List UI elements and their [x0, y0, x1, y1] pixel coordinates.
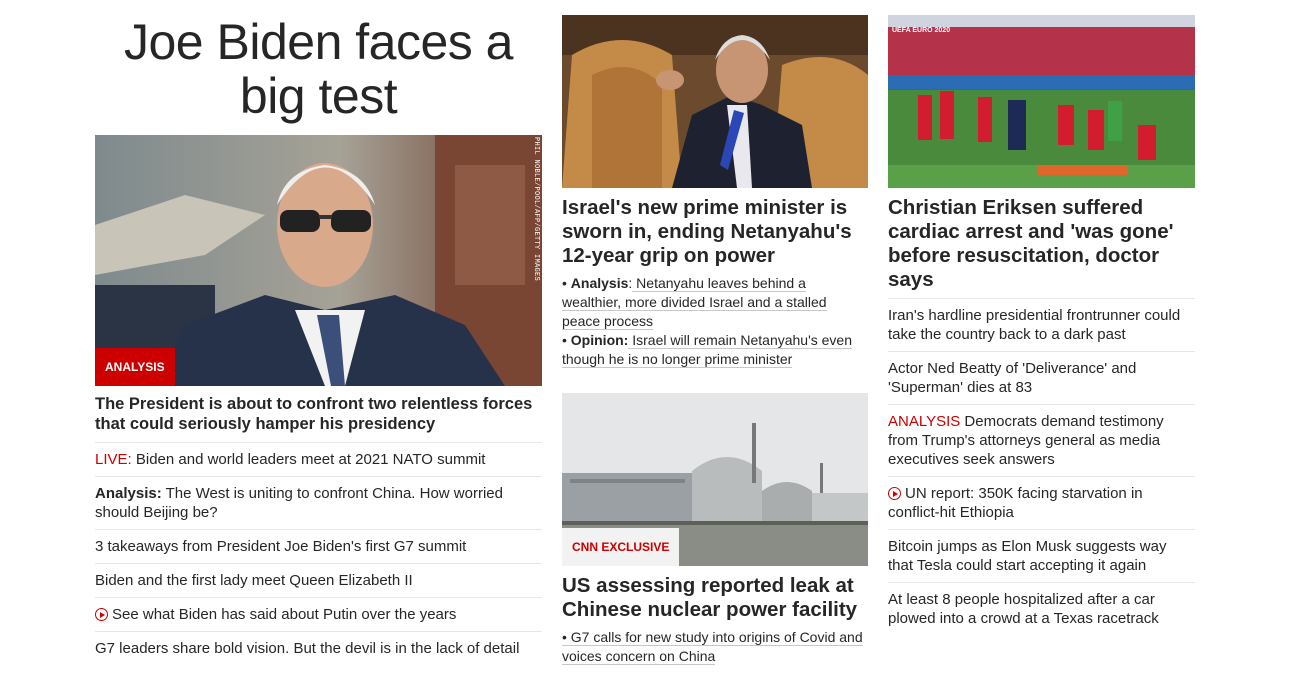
list-item-text: Bitcoin jumps as Elon Musk suggests way …	[888, 538, 1167, 574]
list-item[interactable]: Biden and the first lady meet Queen Eliz…	[95, 563, 542, 597]
list-item-text: UN report: 350K facing starvation in con…	[888, 485, 1143, 521]
list-item[interactable]: 3 takeaways from President Joe Biden's f…	[95, 529, 542, 563]
list-item[interactable]: See what Biden has said about Putin over…	[95, 597, 542, 631]
cnn-exclusive-badge[interactable]: CNN EXCLUSIVE	[562, 528, 680, 566]
analysis-kicker: ANALYSIS	[888, 413, 961, 430]
list-item-text: Iran's hardline presidential frontrunner…	[888, 307, 1181, 343]
netanyahu-photo[interactable]	[562, 15, 868, 188]
list-item[interactable]: Bitcoin jumps as Elon Musk suggests way …	[888, 529, 1195, 582]
list-item[interactable]: G7 leaders share bold vision. But the de…	[95, 631, 542, 665]
list-item[interactable]: At least 8 people hospitalized after a c…	[888, 582, 1195, 635]
live-kicker: LIVE:	[95, 451, 132, 468]
main-headline[interactable]: Joe Biden faces a big test	[95, 15, 542, 123]
bullet-item[interactable]: • Opinion: Israel will remain Netanyahu'…	[562, 331, 868, 369]
netanyahu-headline[interactable]: Israel's new prime minister is sworn in,…	[562, 196, 868, 268]
right-stories-list: Iran's hardline presidential frontrunner…	[888, 298, 1195, 635]
list-item[interactable]: Actor Ned Beatty of 'Deliverance' and 'S…	[888, 351, 1195, 404]
eriksen-photo-graphic	[888, 15, 1195, 188]
list-item-text: Actor Ned Beatty of 'Deliverance' and 'S…	[888, 360, 1137, 396]
euro-2020-logo-text: UEFA EURO 2020	[892, 27, 951, 34]
bullet-label: Opinion:	[570, 332, 629, 348]
related-stories-list: LIVE: Biden and world leaders meet at 20…	[95, 442, 542, 665]
list-item[interactable]: UN report: 350K facing starvation in con…	[888, 476, 1195, 529]
lead-summary[interactable]: The President is about to confront two r…	[95, 394, 542, 434]
bullet-text: • G7 calls for new study into origins of…	[562, 629, 863, 665]
list-item-text: Biden and the first lady meet Queen Eliz…	[95, 572, 413, 589]
middle-column: Israel's new prime minister is sworn in,…	[562, 0, 868, 666]
bullet-item[interactable]: • Analysis: Netanyahu leaves behind a we…	[562, 274, 868, 331]
play-video-icon	[95, 608, 108, 621]
nuclear-plant-photo[interactable]: CNN EXCLUSIVE	[562, 393, 868, 566]
nuclear-bullet[interactable]: • G7 calls for new study into origins of…	[562, 628, 868, 666]
list-item[interactable]: Iran's hardline presidential frontrunner…	[888, 298, 1195, 351]
list-item-text: At least 8 people hospitalized after a c…	[888, 591, 1159, 627]
right-column: UEFA EURO 2020 Christian Eriksen suffere…	[888, 0, 1195, 635]
netanyahu-bullets: • Analysis: Netanyahu leaves behind a we…	[562, 274, 868, 369]
biden-photo[interactable]: PHIL NOBLE/POOL/AFP/GETTY IMAGES ANALYSI…	[95, 135, 542, 386]
photo-credit: PHIL NOBLE/POOL/AFP/GETTY IMAGES	[532, 137, 540, 282]
list-item-text: 3 takeaways from President Joe Biden's f…	[95, 538, 467, 555]
list-item-text: Biden and world leaders meet at 2021 NAT…	[131, 451, 486, 468]
list-item[interactable]: LIVE: Biden and world leaders meet at 20…	[95, 442, 542, 476]
list-item[interactable]: ANALYSIS Democrats demand testimony from…	[888, 404, 1195, 476]
analysis-kicker: Analysis:	[95, 485, 162, 502]
list-item-text: G7 leaders share bold vision. But the de…	[95, 640, 520, 657]
main-story-column: Joe Biden faces a big test PHIL NOBLE/PO…	[95, 0, 542, 665]
play-video-icon	[888, 487, 901, 500]
eriksen-photo[interactable]: UEFA EURO 2020	[888, 15, 1195, 188]
eriksen-headline[interactable]: Christian Eriksen suffered cardiac arres…	[888, 196, 1195, 292]
analysis-badge[interactable]: ANALYSIS	[95, 348, 175, 386]
list-item[interactable]: Analysis: The West is uniting to confron…	[95, 476, 542, 529]
list-item-text: See what Biden has said about Putin over…	[112, 606, 457, 623]
bullet-label: Analysis	[570, 275, 629, 291]
netanyahu-photo-graphic	[562, 15, 868, 188]
nuclear-headline[interactable]: US assessing reported leak at Chinese nu…	[562, 574, 868, 622]
